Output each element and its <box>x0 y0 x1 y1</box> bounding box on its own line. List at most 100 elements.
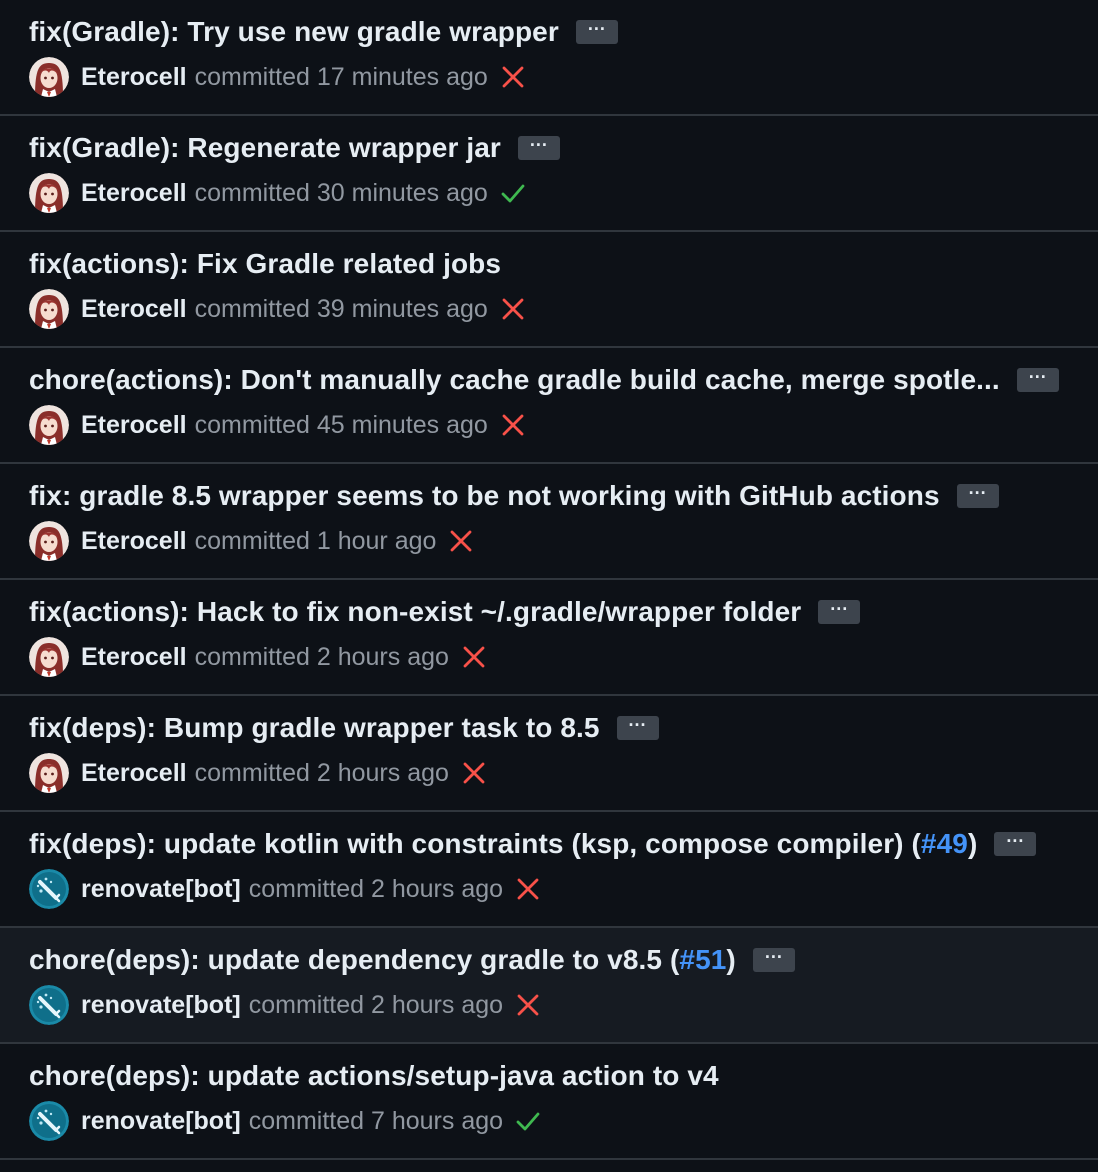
commit-meta-line: Eterocell committed 30 minutes ago <box>29 172 526 214</box>
commit-title-text[interactable]: fix(deps): Bump gradle wrapper task to 8… <box>29 712 600 743</box>
commit-list: fix(Gradle): Try use new gradle wrapper ·… <box>0 0 1098 1160</box>
anime-avatar-icon[interactable] <box>29 57 69 97</box>
commit-title-text[interactable]: fix(actions): Hack to fix non-exist ~/.g… <box>29 596 801 627</box>
commit-title-text[interactable]: chore(deps): update actions/setup-java a… <box>29 1060 719 1091</box>
commit-author-link[interactable]: Eterocell <box>81 295 187 324</box>
anime-avatar-icon[interactable] <box>29 521 69 561</box>
commit-title-text[interactable]: chore(actions): Don't manually cache gra… <box>29 364 1000 395</box>
commit-title-link[interactable]: fix(deps): Bump gradle wrapper task to 8… <box>29 712 600 744</box>
pull-request-link[interactable]: #49 <box>921 828 968 859</box>
anime-avatar-icon[interactable] <box>29 405 69 445</box>
show-description-button[interactable]: ··· <box>575 20 618 44</box>
commit-title-link[interactable]: fix(actions): Hack to fix non-exist ~/.g… <box>29 596 801 628</box>
commit-title-line: chore(actions): Don't manually cache gra… <box>29 360 1059 400</box>
commit-meta-line: Eterocell committed 17 minutes ago <box>29 56 526 98</box>
commit-author-link[interactable]: Eterocell <box>81 759 187 788</box>
commit-time-text: committed 45 minutes ago <box>194 410 488 439</box>
show-description-button[interactable]: ··· <box>994 832 1037 856</box>
commit-row: fix(deps): update kotlin with constraint… <box>0 812 1098 928</box>
check-status-success-icon[interactable] <box>500 180 526 206</box>
pull-request-link[interactable]: #51 <box>679 944 726 975</box>
check-status-success-icon[interactable] <box>515 1108 541 1134</box>
commit-title-link[interactable]: chore(deps): update dependency gradle to… <box>29 944 736 976</box>
commit-title-link[interactable]: fix(Gradle): Regenerate wrapper jar <box>29 132 501 164</box>
show-description-button[interactable]: ··· <box>517 136 560 160</box>
commit-meta-line: Eterocell committed 2 hours ago <box>29 752 487 794</box>
commit-time-text: committed 39 minutes ago <box>194 294 488 323</box>
anime-avatar-icon[interactable] <box>29 753 69 793</box>
commit-row: fix(Gradle): Try use new gradle wrapper ·… <box>0 0 1098 116</box>
commit-time-text: committed 2 hours ago <box>248 874 504 903</box>
show-description-button[interactable]: ··· <box>1016 368 1059 392</box>
commit-row: fix(Gradle): Regenerate wrapper jar ··· Et… <box>0 116 1098 232</box>
check-status-failure-icon[interactable] <box>515 992 541 1018</box>
renovate-bot-icon[interactable] <box>29 869 69 909</box>
commit-title-line: fix(deps): Bump gradle wrapper task to 8… <box>29 708 659 748</box>
commit-title-line: fix(deps): update kotlin with constraint… <box>29 824 1037 864</box>
commit-title-link[interactable]: fix(deps): update kotlin with constraint… <box>29 828 977 860</box>
show-description-button[interactable]: ··· <box>616 716 659 740</box>
show-description-button[interactable]: ··· <box>956 484 999 508</box>
renovate-bot-icon[interactable] <box>29 985 69 1025</box>
commit-meta-line: renovate[bot] committed 2 hours ago <box>29 868 541 910</box>
commit-time-text: committed 1 hour ago <box>194 526 437 555</box>
commit-author-link[interactable]: Eterocell <box>81 411 187 440</box>
commit-title-text[interactable]: fix(deps): update kotlin with constraint… <box>29 828 921 859</box>
commit-author-link[interactable]: Eterocell <box>81 527 187 556</box>
check-status-failure-icon[interactable] <box>461 760 487 786</box>
show-description-button[interactable]: ··· <box>818 600 861 624</box>
commit-row: chore(deps): update actions/setup-java a… <box>0 1044 1098 1160</box>
commit-title-link[interactable]: fix: gradle 8.5 wrapper seems to be not … <box>29 480 940 512</box>
commit-author-link[interactable]: Eterocell <box>81 643 187 672</box>
commit-title-line: fix(actions): Hack to fix non-exist ~/.g… <box>29 592 861 632</box>
check-status-failure-icon[interactable] <box>461 644 487 670</box>
commit-row: fix(actions): Fix Gradle related jobs Ete… <box>0 232 1098 348</box>
commit-row: fix(deps): Bump gradle wrapper task to 8… <box>0 696 1098 812</box>
commit-time-text: committed 7 hours ago <box>248 1106 504 1135</box>
check-status-failure-icon[interactable] <box>515 876 541 902</box>
commit-author-link[interactable]: renovate[bot] <box>81 1107 241 1136</box>
commit-title-line: fix(Gradle): Try use new gradle wrapper ·… <box>29 12 618 52</box>
commit-row: fix(actions): Hack to fix non-exist ~/.g… <box>0 580 1098 696</box>
commit-title-text[interactable]: fix: gradle 8.5 wrapper seems to be not … <box>29 480 940 511</box>
anime-avatar-icon[interactable] <box>29 637 69 677</box>
check-status-failure-icon[interactable] <box>448 528 474 554</box>
commit-author-link[interactable]: renovate[bot] <box>81 991 241 1020</box>
commit-title-link[interactable]: chore(actions): Don't manually cache gra… <box>29 364 1000 396</box>
commit-meta-line: Eterocell committed 45 minutes ago <box>29 404 526 446</box>
commit-row: chore(actions): Don't manually cache gra… <box>0 348 1098 464</box>
commit-title-line: fix: gradle 8.5 wrapper seems to be not … <box>29 476 999 516</box>
commit-time-text: committed 2 hours ago <box>248 990 504 1019</box>
commit-title-link[interactable]: fix(actions): Fix Gradle related jobs <box>29 248 501 280</box>
show-description-button[interactable]: ··· <box>752 948 795 972</box>
commit-title-text[interactable]: chore(deps): update dependency gradle to… <box>29 944 679 975</box>
check-status-failure-icon[interactable] <box>500 296 526 322</box>
commit-title-line: chore(deps): update actions/setup-java a… <box>29 1056 719 1096</box>
commit-title-line: chore(deps): update dependency gradle to… <box>29 940 795 980</box>
anime-avatar-icon[interactable] <box>29 173 69 213</box>
commit-meta-line: Eterocell committed 39 minutes ago <box>29 288 526 330</box>
commit-time-text: committed 30 minutes ago <box>194 178 488 207</box>
check-status-failure-icon[interactable] <box>500 412 526 438</box>
anime-avatar-icon[interactable] <box>29 289 69 329</box>
commit-title-text[interactable]: fix(actions): Fix Gradle related jobs <box>29 248 501 279</box>
commit-title-text[interactable]: fix(Gradle): Try use new gradle wrapper <box>29 16 559 47</box>
commit-title-suffix[interactable]: ) <box>726 944 735 975</box>
commit-meta-line: Eterocell committed 2 hours ago <box>29 636 487 678</box>
commit-meta-line: renovate[bot] committed 7 hours ago <box>29 1100 541 1142</box>
commit-title-line: fix(actions): Fix Gradle related jobs <box>29 244 501 284</box>
commit-title-text[interactable]: fix(Gradle): Regenerate wrapper jar <box>29 132 501 163</box>
commit-time-text: committed 2 hours ago <box>194 642 449 671</box>
commit-author-link[interactable]: Eterocell <box>81 63 187 92</box>
check-status-failure-icon[interactable] <box>500 64 526 90</box>
commit-time-text: committed 17 minutes ago <box>194 62 488 91</box>
commit-title-suffix[interactable]: ) <box>968 828 977 859</box>
commit-title-link[interactable]: fix(Gradle): Try use new gradle wrapper <box>29 16 559 48</box>
commit-time-text: committed 2 hours ago <box>194 758 449 787</box>
commit-author-link[interactable]: renovate[bot] <box>81 875 241 904</box>
commit-title-link[interactable]: chore(deps): update actions/setup-java a… <box>29 1060 719 1092</box>
commit-title-line: fix(Gradle): Regenerate wrapper jar ··· <box>29 128 560 168</box>
commit-meta-line: Eterocell committed 1 hour ago <box>29 520 474 562</box>
renovate-bot-icon[interactable] <box>29 1101 69 1141</box>
commit-author-link[interactable]: Eterocell <box>81 179 187 208</box>
